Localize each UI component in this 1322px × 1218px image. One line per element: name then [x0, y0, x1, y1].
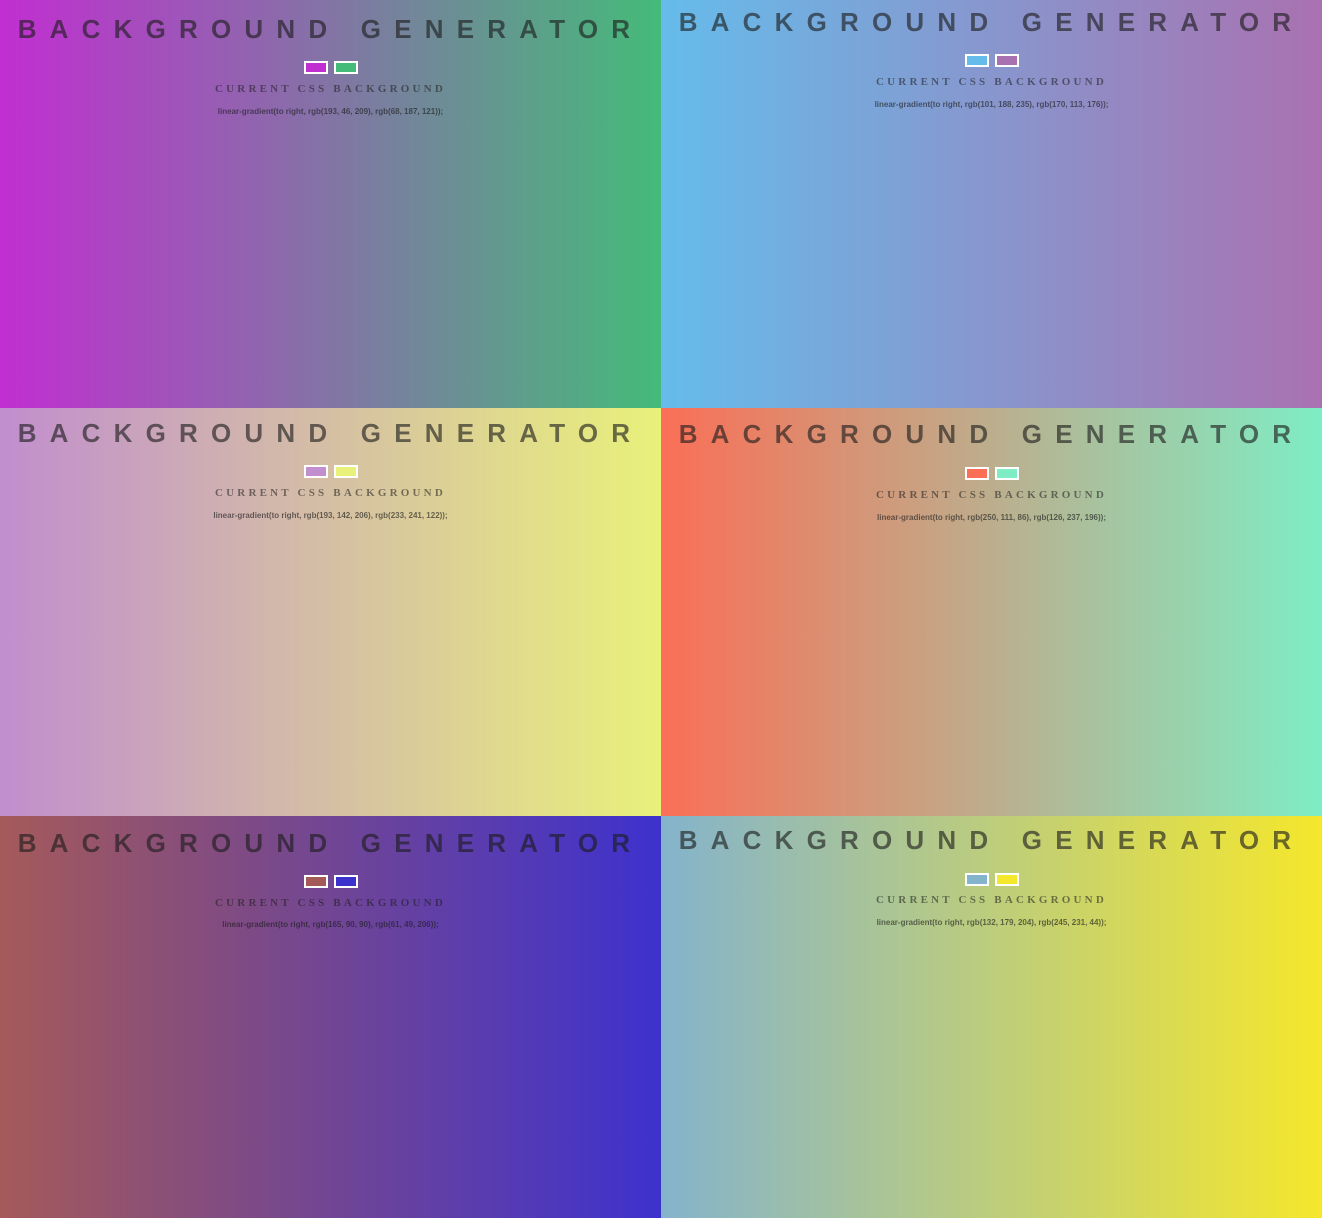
generator-panel-4: BACKGROUND GENERATOR CURRENT CSS BACKGRO… [661, 408, 1322, 816]
current-css-heading: CURRENT CSS BACKGROUND [215, 897, 446, 909]
color2-input[interactable] [333, 61, 358, 74]
generator-panel-3: BACKGROUND GENERATOR CURRENT CSS BACKGRO… [0, 408, 661, 816]
color2-input[interactable] [333, 875, 358, 888]
page-title: BACKGROUND GENERATOR [678, 419, 1305, 449]
color1-input[interactable] [964, 467, 989, 480]
current-css-heading: CURRENT CSS BACKGROUND [876, 76, 1107, 88]
color2-input[interactable] [333, 465, 358, 478]
color1-input[interactable] [303, 465, 328, 478]
screenshot-grid: BACKGROUND GENERATOR CURRENT CSS BACKGRO… [0, 0, 1322, 1218]
current-css-heading: CURRENT CSS BACKGROUND [215, 487, 446, 499]
css-output: linear-gradient(to right, rgb(193, 142, … [213, 511, 448, 520]
color1-input[interactable] [303, 875, 328, 888]
color2-input[interactable] [994, 873, 1019, 886]
css-output: linear-gradient(to right, rgb(193, 46, 2… [217, 107, 444, 116]
page-title: BACKGROUND GENERATOR [17, 828, 644, 858]
page-title: BACKGROUND GENERATOR [678, 7, 1305, 37]
color1-input[interactable] [964, 873, 989, 886]
css-output: linear-gradient(to right, rgb(165, 90, 9… [222, 920, 439, 929]
generator-panel-2: BACKGROUND GENERATOR CURRENT CSS BACKGRO… [661, 0, 1322, 408]
color-pickers [0, 61, 661, 74]
color2-input[interactable] [994, 467, 1019, 480]
color-pickers [0, 875, 661, 888]
color1-input[interactable] [964, 54, 989, 67]
color-pickers [661, 467, 1322, 480]
current-css-heading: CURRENT CSS BACKGROUND [876, 489, 1107, 501]
page-title: BACKGROUND GENERATOR [17, 14, 644, 44]
page-title: BACKGROUND GENERATOR [17, 418, 644, 448]
color-pickers [661, 54, 1322, 67]
current-css-heading: CURRENT CSS BACKGROUND [876, 894, 1107, 906]
color1-input[interactable] [303, 61, 328, 74]
css-output: linear-gradient(to right, rgb(250, 111, … [877, 513, 1106, 522]
color-pickers [661, 873, 1322, 886]
page-title: BACKGROUND GENERATOR [678, 825, 1305, 855]
generator-panel-1: BACKGROUND GENERATOR CURRENT CSS BACKGRO… [0, 0, 661, 408]
current-css-heading: CURRENT CSS BACKGROUND [215, 83, 446, 95]
color2-input[interactable] [994, 54, 1019, 67]
generator-panel-6: BACKGROUND GENERATOR CURRENT CSS BACKGRO… [661, 816, 1322, 1218]
color-pickers [0, 465, 661, 478]
generator-panel-5: BACKGROUND GENERATOR CURRENT CSS BACKGRO… [0, 816, 661, 1218]
css-output: linear-gradient(to right, rgb(132, 179, … [876, 918, 1107, 927]
css-output: linear-gradient(to right, rgb(101, 188, … [874, 100, 1109, 109]
